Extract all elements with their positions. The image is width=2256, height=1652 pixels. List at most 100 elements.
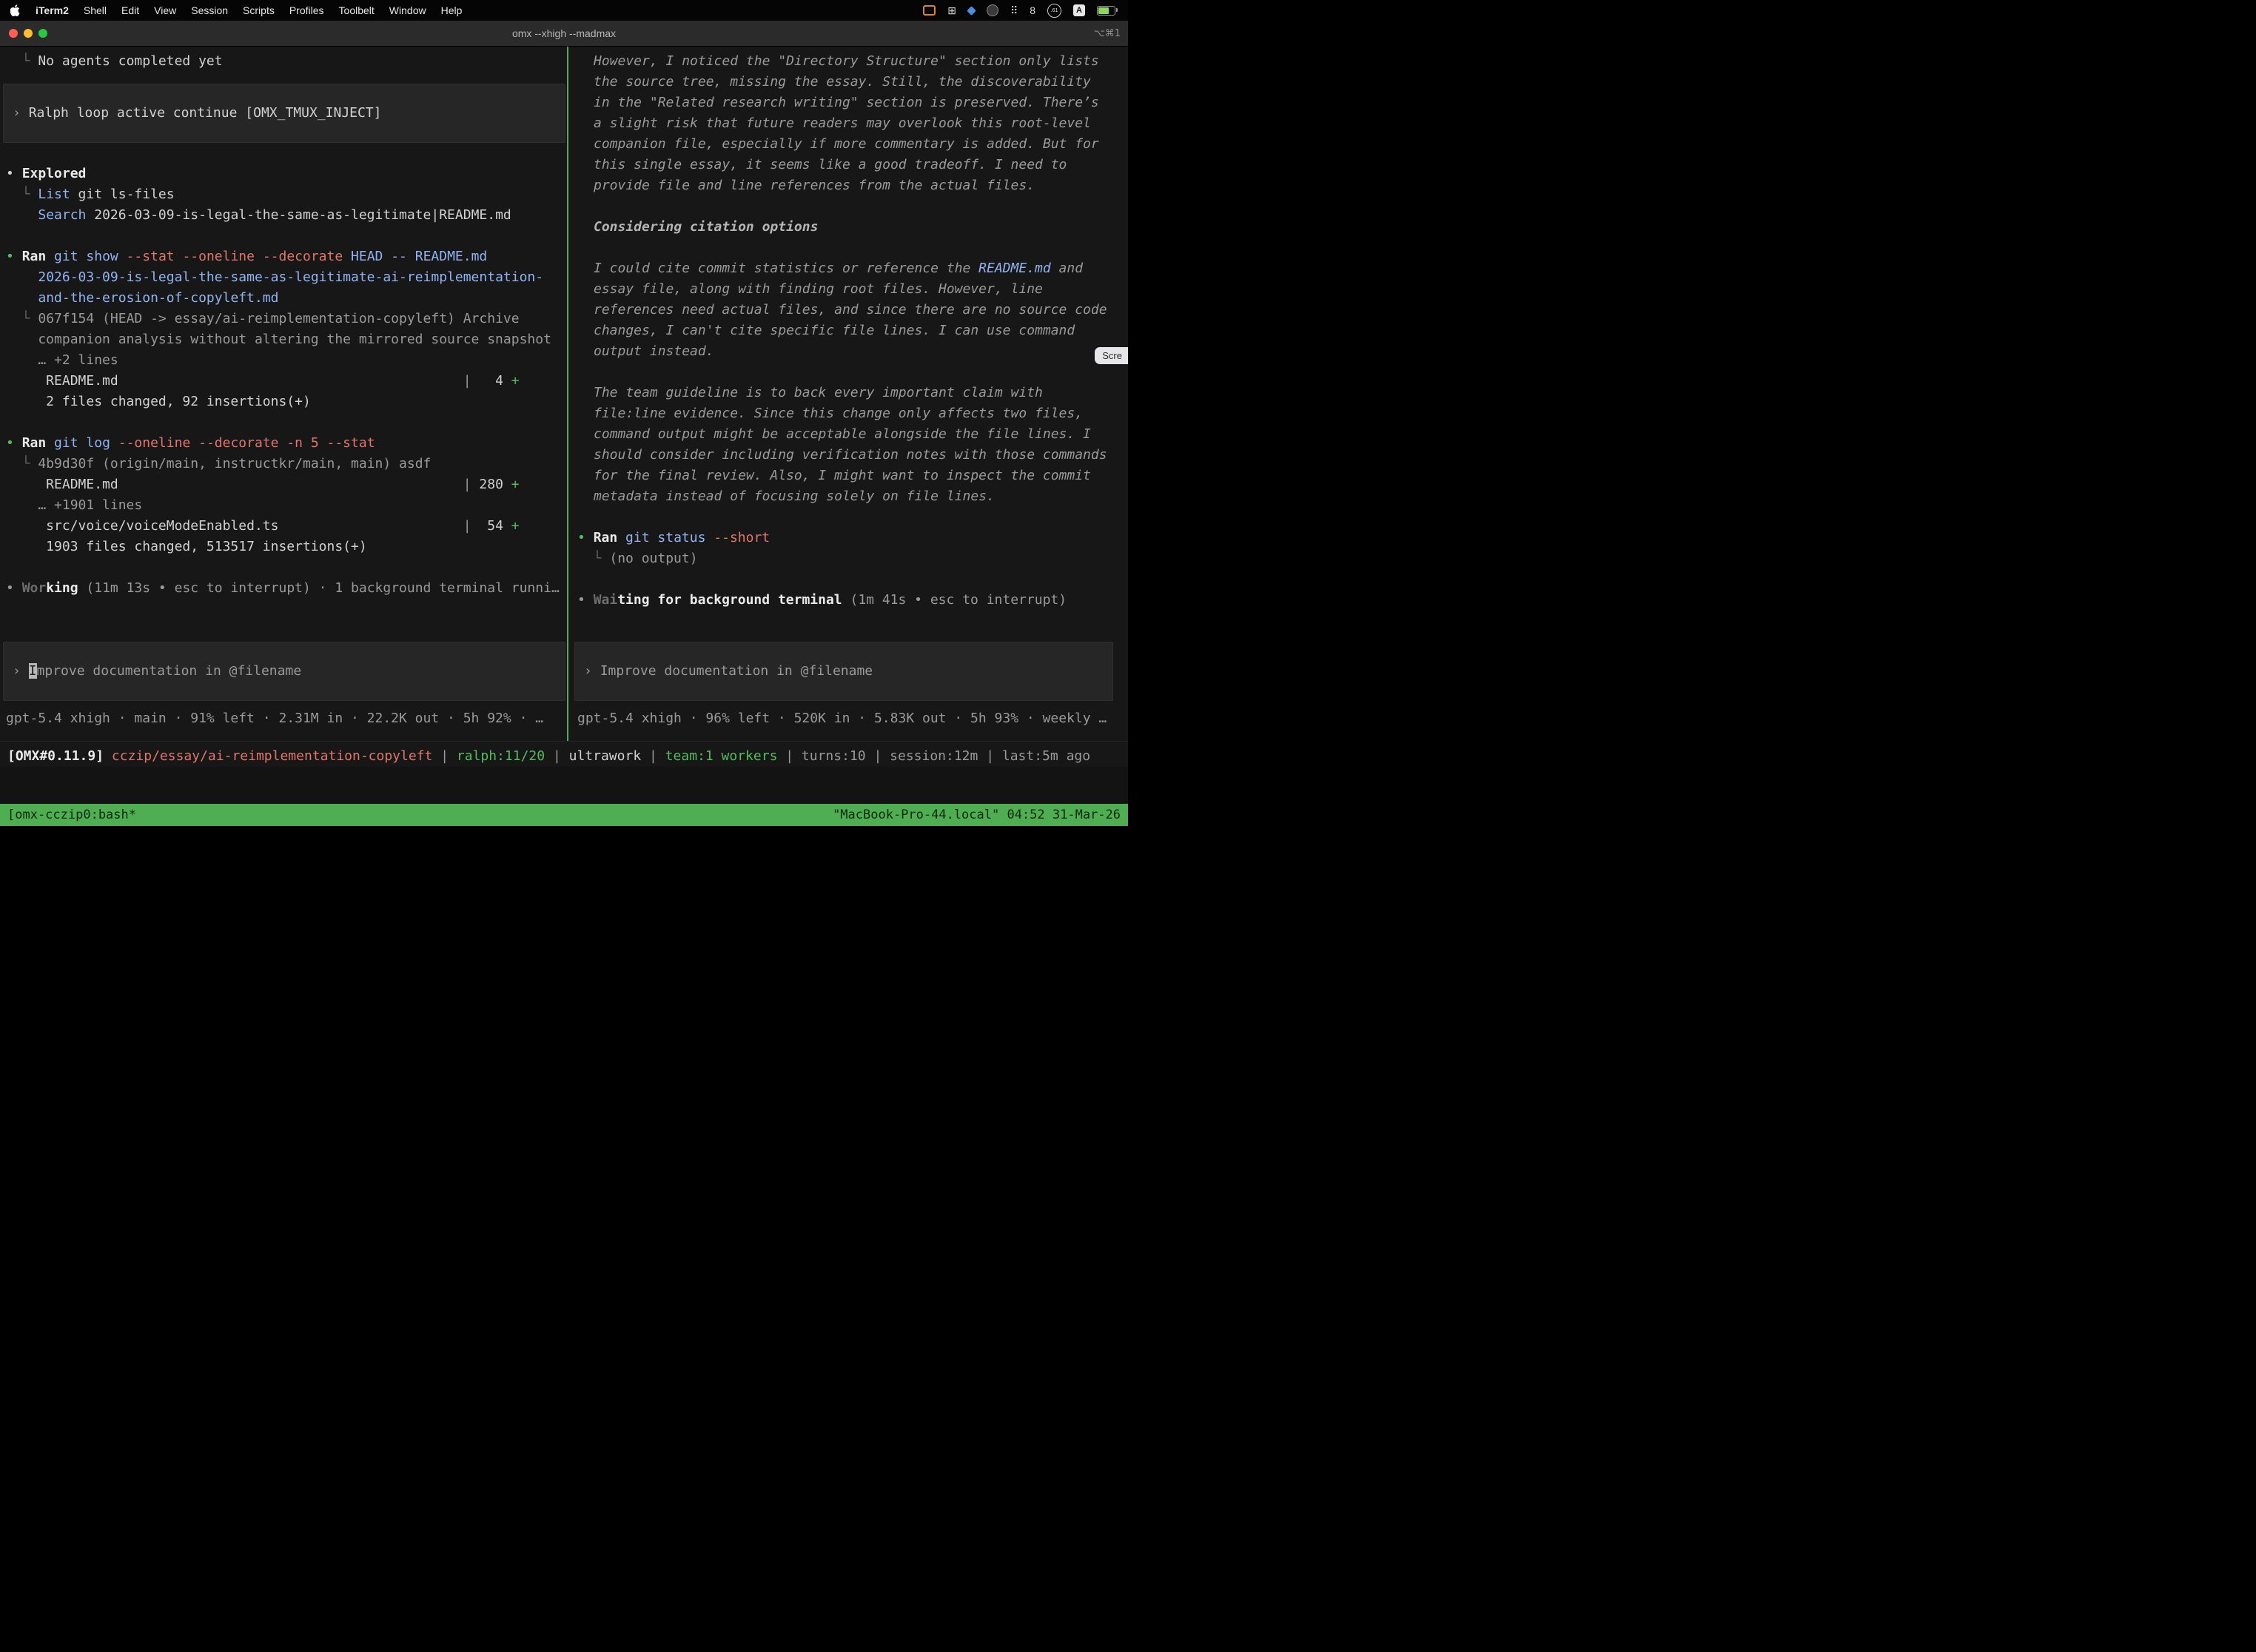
text-segment xyxy=(6,207,38,223)
text-segment xyxy=(118,477,463,492)
text-segment: session:12m xyxy=(890,748,978,764)
minimize-button[interactable] xyxy=(24,29,33,38)
terminal-line: └ No agents completed yet xyxy=(6,51,567,72)
text-segment: └ xyxy=(6,187,38,202)
terminal-line: README.md | 280 + xyxy=(6,474,567,495)
thinking-paragraph: However, I noticed the "Directory Struct… xyxy=(577,51,1115,196)
right-prompt-input[interactable]: › Improve documentation in @filename xyxy=(574,642,1113,701)
menu-item-profiles[interactable]: Profiles xyxy=(289,4,324,16)
menu-item-toolbelt[interactable]: Toolbelt xyxy=(339,4,375,16)
text-segment: The team guideline is to back every impo… xyxy=(594,385,1107,504)
zoom-button[interactable] xyxy=(38,29,47,38)
terminal-line: … +1901 lines xyxy=(6,495,567,516)
menu-item-iterm2[interactable]: iTerm2 xyxy=(36,4,69,16)
text-segment: Ran xyxy=(594,530,618,545)
text-segment xyxy=(104,748,112,764)
text-segment: src/voice/voiceModeEnabled.ts xyxy=(6,518,278,534)
right-prompt-text: › Improve documentation in @filename xyxy=(584,661,1104,682)
tmux-session-window-label[interactable]: [omx-cczip0:bash* xyxy=(7,807,136,822)
text-segment: 280 xyxy=(471,477,511,492)
menu-item-view[interactable]: View xyxy=(154,4,176,16)
window-title-bar[interactable]: omx --xhigh --madmax ⌥⌘1 xyxy=(0,21,1128,47)
text-segment: Search xyxy=(38,207,86,223)
text-segment: | xyxy=(641,748,665,764)
input-source-icon[interactable]: A xyxy=(1073,4,1085,16)
dots-grid-icon[interactable]: ⠿ xyxy=(1010,5,1018,16)
screen-edge-button[interactable]: Scre xyxy=(1095,347,1128,364)
menu-item-session[interactable]: Session xyxy=(191,4,228,16)
text-segment xyxy=(46,435,54,451)
terminal-line xyxy=(577,569,1115,590)
terminal-line: Search 2026-03-09-is-legal-the-same-as-l… xyxy=(6,205,567,226)
ralph-loop-banner: › Ralph loop active continue [OMX_TMUX_I… xyxy=(3,84,565,143)
apple-menu[interactable] xyxy=(10,4,21,16)
window-title: omx --xhigh --madmax xyxy=(512,27,616,39)
window-shortcut-badge: ⌥⌘1 xyxy=(1094,21,1121,46)
text-segment: ultrawork xyxy=(569,748,642,764)
text-segment xyxy=(278,518,463,534)
blue-app-icon[interactable] xyxy=(967,6,976,16)
text-segment: › xyxy=(13,663,29,679)
keyboard-grid-icon[interactable]: ⊞ xyxy=(947,5,956,16)
text-segment: README.md xyxy=(978,261,1051,276)
left-session-status-line: gpt-5.4 xhigh · main · 91% left · 2.31M … xyxy=(6,708,567,729)
thinking-paragraph: I could cite commit statistics or refere… xyxy=(577,258,1115,362)
text-segment: Considering citation options xyxy=(594,219,818,235)
text-segment: README.md xyxy=(6,477,118,492)
left-pane[interactable]: └ No agents completed yet › Ralph loop a… xyxy=(0,47,567,741)
text-segment xyxy=(118,373,463,389)
text-segment: List xyxy=(38,187,70,202)
terminal-line: 1903 files changed, 513517 insertions(+) xyxy=(6,537,567,557)
right-pane[interactable]: However, I noticed the "Directory Struct… xyxy=(568,47,1128,741)
menu-item-window[interactable]: Window xyxy=(389,4,426,16)
text-segment: | xyxy=(463,373,471,389)
text-segment: 54 xyxy=(471,518,511,534)
text-segment: (1m 41s • esc to interrupt) xyxy=(842,592,1067,608)
text-segment: ralph:11/20 xyxy=(457,748,545,764)
text-segment: › xyxy=(584,663,600,679)
text-segment: gpt-5.4 xhigh · 96% left · 520K in · 5.8… xyxy=(577,711,1107,726)
text-segment: turns:10 xyxy=(802,748,866,764)
text-segment: last:5m ago xyxy=(1002,748,1090,764)
terminal-line: └ 4b9d30f (origin/main, instructkr/main,… xyxy=(6,454,567,474)
glyph-eight-icon[interactable]: 8 xyxy=(1030,5,1035,16)
text-segment: | xyxy=(978,748,1002,764)
text-segment: 1903 files changed, 513517 insertions(+) xyxy=(6,539,367,554)
text-segment: gpt-5.4 xhigh · main · 91% left · 2.31M … xyxy=(6,711,543,726)
terminal-line: └ 067f154 (HEAD -> essay/ai-reimplementa… xyxy=(6,309,567,329)
text-segment: 2026-03-09-is-legal-the-same-as-legitima… xyxy=(86,207,511,223)
menu-item-help[interactable]: Help xyxy=(441,4,463,16)
text-segment: Improve documentation in @filename xyxy=(600,663,873,679)
text-segment: • xyxy=(577,592,594,608)
terminal-line: README.md | 4 + xyxy=(6,371,567,392)
text-segment: --short xyxy=(714,530,770,545)
left-prompt-input[interactable]: › Improve documentation in @filename xyxy=(3,642,565,701)
menu-item-edit[interactable]: Edit xyxy=(121,4,139,16)
battery-icon[interactable] xyxy=(1097,6,1115,16)
text-segment: Ran xyxy=(22,249,47,264)
text-segment: king xyxy=(46,580,78,596)
left-transcript: • Explored └ List git ls-files Search 20… xyxy=(6,164,567,599)
text-segment: team:1 workers xyxy=(665,748,778,764)
text-segment: However, I noticed the "Directory Struct… xyxy=(594,53,1099,193)
screen-recording-indicator-icon[interactable] xyxy=(923,5,936,16)
text-segment xyxy=(6,269,38,285)
menu-item-shell[interactable]: Shell xyxy=(84,4,107,16)
terminal-line: 2026-03-09-is-legal-the-same-as-legitima… xyxy=(6,267,567,288)
text-segment: README.md xyxy=(6,373,118,389)
text-segment: 4 xyxy=(471,373,511,389)
dark-circle-app-icon[interactable] xyxy=(987,4,998,16)
text-segment: 2 files changed, 92 insertions(+) xyxy=(6,394,311,409)
menu-item-scripts[interactable]: Scripts xyxy=(243,4,275,16)
text-segment: companion analysis without altering the … xyxy=(6,332,551,347)
close-button[interactable] xyxy=(9,29,18,38)
battery-percent-badge-icon[interactable]: .61 xyxy=(1047,4,1061,18)
text-segment: 2026-03-09-is-legal-the-same-as-legitima… xyxy=(38,269,543,285)
text-segment: No agents completed yet xyxy=(38,53,222,69)
text-segment: 067f154 (HEAD -> essay/ai-reimplementati… xyxy=(38,311,519,326)
terminal-line xyxy=(6,226,567,246)
terminal-line: 2 files changed, 92 insertions(+) xyxy=(6,392,567,412)
text-segment: Wor xyxy=(22,580,47,596)
terminal-line: • Ran git status --short xyxy=(577,528,1115,548)
text-segment: … +1901 lines xyxy=(6,497,142,513)
